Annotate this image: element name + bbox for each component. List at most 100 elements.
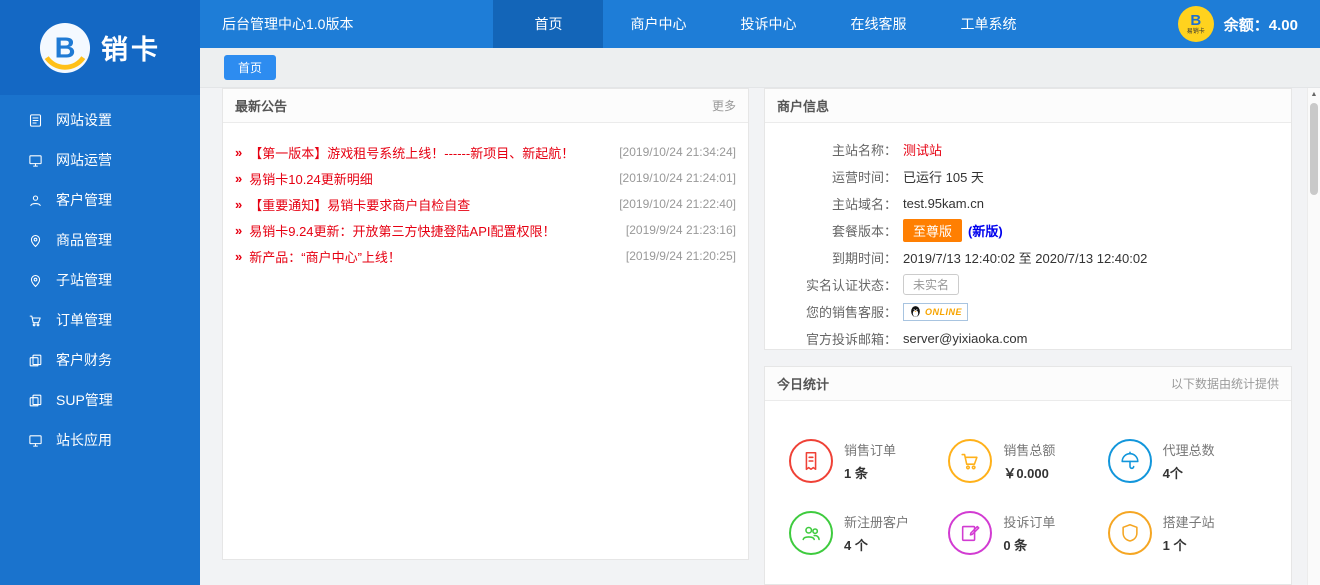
sidebar-item-label: 客户财务	[56, 350, 112, 370]
map-pin-icon	[27, 273, 43, 288]
stat-label: 代理总数	[1163, 440, 1215, 459]
info-label: 您的销售客服：	[785, 302, 897, 321]
realname-status-badge[interactable]: 未实名	[903, 274, 959, 295]
announcement-title[interactable]: »【第一版本】游戏租号系统上线！------新项目、新起航！	[235, 143, 574, 162]
stat-label: 新注册客户	[844, 512, 909, 531]
breadcrumb: 首页	[200, 48, 1320, 88]
brand-logo: B 销卡	[0, 0, 200, 95]
clipboard-icon	[27, 113, 43, 128]
nav-item-complaint-center[interactable]: 投诉中心	[713, 0, 823, 48]
stat-label: 投诉订单	[1003, 512, 1055, 531]
info-label: 实名认证状态：	[785, 275, 897, 294]
double-arrow-icon: »	[235, 171, 242, 186]
stat-value: 1 个	[1163, 535, 1215, 554]
sidebar-item-order-management[interactable]: 订单管理	[0, 300, 200, 340]
stat-value: 4 个	[844, 535, 909, 554]
map-pin-icon	[27, 233, 43, 248]
announcement-date: [2019/10/24 21:34:24]	[619, 145, 736, 159]
info-row-sales-service: 您的销售客服： ONLINE	[785, 298, 1271, 325]
announcement-item[interactable]: »易销卡9.24更新：开放第三方快捷登陆API配置权限！ [2019/9/24 …	[235, 217, 736, 243]
shield-icon	[1108, 511, 1152, 555]
sidebar-item-customer-management[interactable]: 客户管理	[0, 180, 200, 220]
panel-title: 商户信息	[777, 96, 829, 115]
info-row-runtime: 运营时间： 已运行 105 天	[785, 163, 1271, 190]
announcements-header: 最新公告 更多	[223, 89, 748, 123]
vertical-scrollbar[interactable]: ▲	[1307, 88, 1320, 585]
merchant-info-list: 主站名称： 测试站 运营时间： 已运行 105 天 主站域名： test.95k…	[765, 123, 1291, 365]
announcement-title[interactable]: »【重要通知】易销卡要求商户自检自查	[235, 195, 470, 214]
info-label: 到期时间：	[785, 248, 897, 267]
double-arrow-icon: »	[235, 145, 242, 160]
receipt-icon	[789, 439, 833, 483]
stat-new-customers: 新注册客户 4 个	[789, 511, 948, 555]
plan-badge: 至尊版	[903, 219, 962, 242]
scrollbar-up-arrow[interactable]: ▲	[1308, 88, 1320, 101]
balance-area: B 易销卡 余额：4.00	[1178, 6, 1320, 42]
stat-sales-orders: 销售订单 1 条	[789, 439, 948, 483]
balance-label: 余额：4.00	[1224, 14, 1298, 35]
sidebar-item-site-operation[interactable]: 网站运营	[0, 140, 200, 180]
right-column: 商户信息 主站名称： 测试站 运营时间： 已运行 105 天 主站域名：	[764, 88, 1292, 585]
cart-icon	[948, 439, 992, 483]
more-link[interactable]: 更多	[712, 97, 736, 114]
users-icon	[789, 511, 833, 555]
qq-online-badge[interactable]: ONLINE	[903, 303, 968, 321]
merchant-info-panel: 商户信息 主站名称： 测试站 运营时间： 已运行 105 天 主站域名：	[764, 88, 1292, 350]
stat-label: 销售总额	[1003, 440, 1055, 459]
copy-icon	[27, 393, 43, 408]
announcement-title[interactable]: »易销卡9.24更新：开放第三方快捷登陆API配置权限！	[235, 221, 556, 240]
announcement-date: [2019/10/24 21:22:40]	[619, 197, 736, 211]
nav-item-online-service[interactable]: 在线客服	[823, 0, 933, 48]
nav-item-home[interactable]: 首页	[493, 0, 603, 48]
sidebar-item-label: 网站设置	[56, 110, 112, 130]
announcement-date: [2019/9/24 21:23:16]	[626, 223, 736, 237]
expiry-value: 2019/7/13 12:40:02 至 2020/7/13 12:40:02	[903, 248, 1147, 267]
qq-online-label: ONLINE	[925, 307, 962, 317]
sidebar-item-site-settings[interactable]: 网站设置	[0, 100, 200, 140]
account-logo-badge[interactable]: B 易销卡	[1178, 6, 1214, 42]
announcements-panel: 最新公告 更多 »【第一版本】游戏租号系统上线！------新项目、新起航！ […	[222, 88, 749, 560]
announcement-title[interactable]: »新产品：“商户中心”上线！	[235, 247, 401, 266]
topbar: 后台管理中心1.0版本 首页 商户中心 投诉中心 在线客服 工单系统 B 易销卡…	[200, 0, 1320, 48]
breadcrumb-tab-home[interactable]: 首页	[224, 55, 276, 80]
plan-new-label[interactable]: (新版)	[968, 221, 1003, 240]
sidebar-item-product-management[interactable]: 商品管理	[0, 220, 200, 260]
badge-letter: B	[1190, 13, 1201, 28]
sidebar-item-webmaster-apps[interactable]: 站长应用	[0, 420, 200, 460]
info-row-plan: 套餐版本： 至尊版 (新版)	[785, 217, 1271, 244]
sidebar-item-substation-management[interactable]: 子站管理	[0, 260, 200, 300]
announcement-title[interactable]: »易销卡10.24更新明细	[235, 169, 373, 188]
sidebar-item-customer-finance[interactable]: 客户财务	[0, 340, 200, 380]
monitor-icon	[27, 433, 43, 448]
nav-item-ticket-system[interactable]: 工单系统	[933, 0, 1043, 48]
info-label: 套餐版本：	[785, 221, 897, 240]
double-arrow-icon: »	[235, 197, 242, 212]
sidebar-item-label: 子站管理	[56, 270, 112, 290]
nav-item-merchant-center[interactable]: 商户中心	[603, 0, 713, 48]
info-row-expiry: 到期时间： 2019/7/13 12:40:02 至 2020/7/13 12:…	[785, 244, 1271, 271]
info-row-site-name: 主站名称： 测试站	[785, 136, 1271, 163]
sidebar-item-label: 站长应用	[56, 430, 112, 450]
announcement-item[interactable]: »【第一版本】游戏租号系统上线！------新项目、新起航！ [2019/10/…	[235, 139, 736, 165]
badge-text: 易销卡	[1187, 29, 1205, 35]
announcement-item[interactable]: »易销卡10.24更新明细 [2019/10/24 21:24:01]	[235, 165, 736, 191]
today-stats-panel: 今日统计 以下数据由统计提供 销售订单 1 条	[764, 366, 1292, 585]
qq-penguin-icon	[909, 305, 922, 318]
panel-title: 最新公告	[235, 96, 287, 115]
cart-icon	[27, 313, 43, 328]
info-label: 主站名称：	[785, 140, 897, 159]
info-row-realname: 实名认证状态： 未实名	[785, 271, 1271, 298]
sidebar-item-label: 订单管理	[56, 310, 112, 330]
sidebar-item-label: 网站运营	[56, 150, 112, 170]
announcement-date: [2019/9/24 21:20:25]	[626, 249, 736, 263]
info-row-complaint-email: 官方投诉邮箱： server@yixiaoka.com	[785, 325, 1271, 352]
app-window: B 销卡 网站设置 网站运营 客户管理 商品管理 子站管理	[0, 0, 1320, 585]
user-icon	[27, 193, 43, 208]
announcement-item[interactable]: »新产品：“商户中心”上线！ [2019/9/24 21:20:25]	[235, 243, 736, 269]
sidebar-item-sup-management[interactable]: SUP管理	[0, 380, 200, 420]
stat-complaint-orders: 投诉订单 0 条	[948, 511, 1107, 555]
announcement-list: »【第一版本】游戏租号系统上线！------新项目、新起航！ [2019/10/…	[223, 123, 748, 285]
announcement-item[interactable]: »【重要通知】易销卡要求商户自检自查 [2019/10/24 21:22:40]	[235, 191, 736, 217]
scrollbar-thumb[interactable]	[1310, 103, 1318, 195]
runtime-value: 已运行 105 天	[903, 167, 984, 186]
